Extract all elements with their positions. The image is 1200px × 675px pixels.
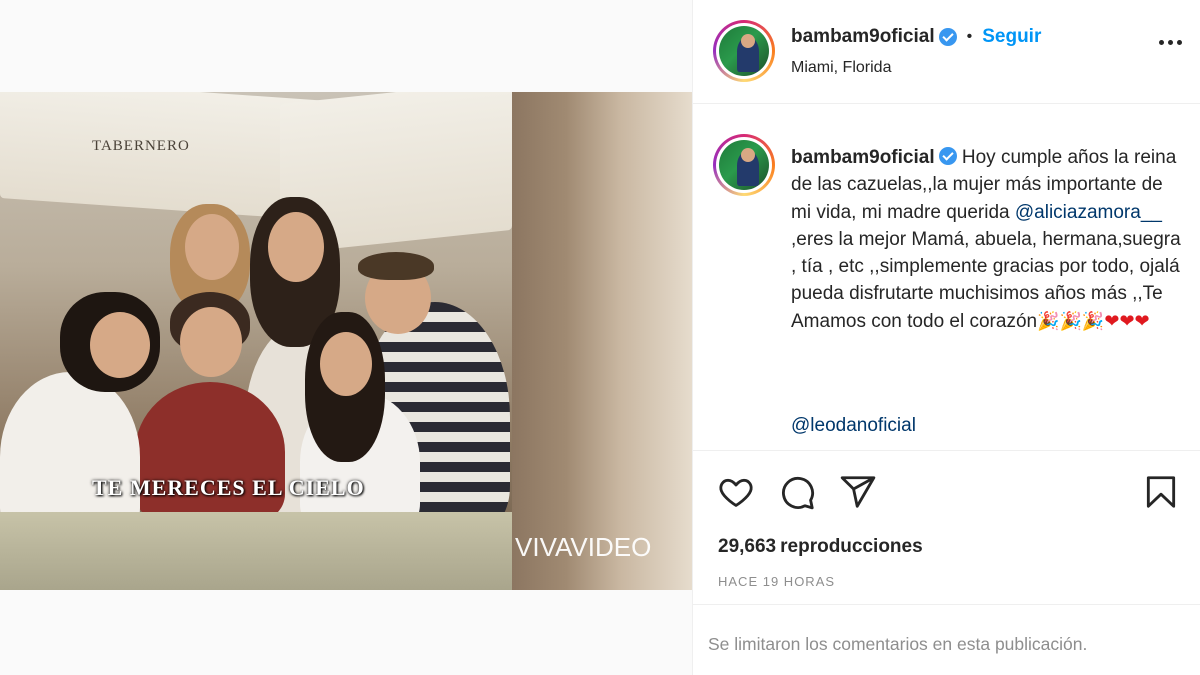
post-video[interactable]: TABERNERO TE MERECES EL CIELO VIVAVIDEO	[0, 92, 692, 590]
more-dots-icon[interactable]	[1159, 40, 1182, 45]
verified-badge-icon	[938, 28, 957, 46]
media-pane: TABERNERO TE MERECES EL CIELO VIVAVIDEO	[0, 0, 692, 675]
heart-emoji-icon: ❤	[1119, 310, 1135, 331]
person-shape	[135, 382, 285, 522]
author-avatar[interactable]	[713, 20, 775, 82]
caption-mention[interactable]: @aliciazamora__	[1015, 202, 1162, 223]
post-header: bambam9oficial • Seguir Miami, Florida	[693, 0, 1200, 104]
paper-plane-icon[interactable]	[839, 473, 877, 511]
person-head	[90, 312, 150, 378]
heart-emoji-icon: ❤	[1104, 310, 1120, 331]
blurred-edge	[512, 92, 692, 590]
comments-limited-notice: Se limitaron los comentarios en esta pub…	[693, 604, 1200, 675]
person-head	[180, 307, 242, 377]
person-hair	[358, 252, 434, 280]
bookmark-icon[interactable]	[1142, 473, 1180, 511]
vivavideo-watermark: VIVAVIDEO	[515, 532, 652, 562]
comments-area: bambam9oficial Hoy cumple años la reina …	[693, 104, 1200, 450]
comments-limited-text: Se limitaron los comentarios en esta pub…	[708, 634, 1088, 654]
comment-bubble-icon[interactable]	[778, 473, 816, 511]
action-bar	[693, 450, 1200, 528]
author-username[interactable]: bambam9oficial	[791, 26, 935, 48]
views-count[interactable]: 29,663 reproducciones	[718, 536, 923, 558]
heart-outline-icon[interactable]	[717, 473, 755, 511]
person-head	[320, 332, 372, 396]
table-shape	[0, 512, 512, 590]
views-number: 29,663	[718, 536, 777, 557]
post-timestamp[interactable]: HACE 19 HORAS	[718, 574, 835, 589]
separator-dot: •	[966, 28, 973, 45]
instagram-post-window: TABERNERO TE MERECES EL CIELO VIVAVIDEO	[0, 0, 1200, 675]
party-emoji-icon: 🎉	[1059, 310, 1082, 331]
caption-author-avatar[interactable]	[713, 134, 775, 196]
header-top-row: bambam9oficial • Seguir	[791, 26, 1041, 48]
person-head	[268, 212, 324, 282]
post-side-panel: bambam9oficial • Seguir Miami, Florida b…	[692, 0, 1200, 675]
party-emoji-icon: 🎉	[1037, 310, 1060, 331]
follow-button[interactable]: Seguir	[982, 26, 1041, 48]
caption-username[interactable]: bambam9oficial	[791, 147, 935, 168]
verified-badge-icon	[938, 147, 957, 165]
post-caption: bambam9oficial Hoy cumple años la reina …	[791, 144, 1183, 335]
views-label: reproducciones	[780, 536, 923, 557]
video-overlay-text: TE MERECES EL CIELO	[92, 475, 365, 500]
party-emoji-icon: 🎉	[1081, 310, 1105, 331]
restaurant-sign: TABERNERO	[92, 138, 190, 154]
second-mention[interactable]: @leodanoficial	[791, 415, 916, 437]
heart-emoji-icon: ❤	[1134, 310, 1150, 331]
person-head	[185, 214, 239, 280]
post-location[interactable]: Miami, Florida	[791, 59, 891, 77]
